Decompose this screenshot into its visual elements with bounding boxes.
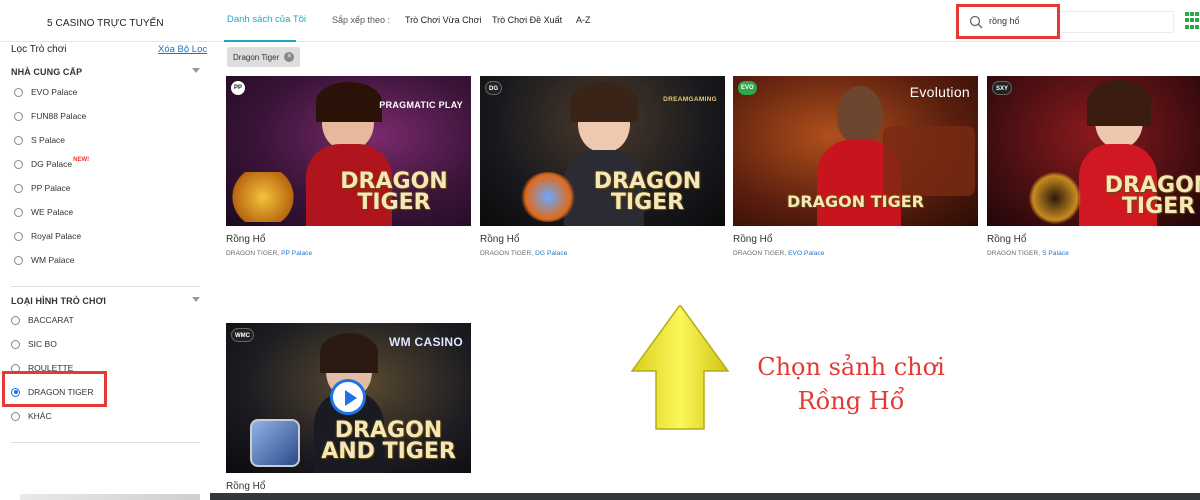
game-thumbnail[interactable]: SXY DRAGONTIGER: [987, 76, 1200, 226]
active-tab-indicator: [224, 40, 296, 42]
close-icon[interactable]: ×: [284, 52, 295, 62]
type-option-other[interactable]: KHÁC: [11, 409, 52, 423]
search-field-extension[interactable]: [1058, 11, 1174, 33]
game-types-section-head[interactable]: LOẠI HÌNH TRÒ CHƠI: [11, 296, 106, 306]
game-title-art: DRAGONTIGER: [340, 169, 448, 215]
section-divider: [11, 442, 200, 443]
provider-option-evo[interactable]: EVO Palace: [14, 85, 77, 99]
filter-title: Lọc Trò chơi: [11, 44, 67, 55]
game-meta: DRAGON TIGER, EVO Palace: [733, 250, 825, 257]
active-filter-chip: Dragon Tiger ×: [227, 47, 301, 67]
game-title-art: DRAGON TIGER: [787, 192, 924, 211]
dealer-hair: [1087, 80, 1151, 126]
game-name[interactable]: Rồng Hổ: [226, 481, 471, 492]
dragon-emblem-icon: [228, 172, 298, 222]
selection-highlight-box: [2, 371, 107, 407]
provider-logo: WM CASINO: [388, 335, 463, 349]
chevron-down-icon[interactable]: [192, 68, 200, 73]
search-box-highlight: [956, 4, 1060, 39]
sort-option-recent[interactable]: Trò Chơi Vừa Chơi: [405, 15, 482, 25]
type-option-baccarat[interactable]: BACCARAT: [11, 313, 74, 327]
page-brand-title: 5 CASINO TRỰC TUYẾN: [47, 18, 164, 29]
provider-badge: DG: [485, 81, 502, 95]
sort-option-az[interactable]: A-Z: [576, 15, 591, 25]
casino-page: 5 CASINO TRỰC TUYẾN Danh sách của Tôi Sắ…: [0, 0, 1200, 500]
game-name[interactable]: Rồng Hổ: [733, 234, 978, 245]
top-bar: 5 CASINO TRỰC TUYẾN Danh sách của Tôi Sắ…: [0, 0, 1200, 42]
provider-option-wm[interactable]: WM Palace: [14, 253, 74, 267]
dragon-emblem-icon: [1029, 172, 1081, 224]
dragon-background: [883, 126, 975, 196]
provider-option-dg[interactable]: DG Palace NEW!: [14, 157, 89, 171]
provider-option-pp[interactable]: PP Palace: [14, 181, 71, 195]
chevron-down-icon[interactable]: [192, 297, 200, 302]
game-name[interactable]: Rồng Hổ: [987, 234, 1200, 245]
search-icon[interactable]: [969, 15, 983, 29]
section-divider: [11, 286, 200, 287]
game-thumbnail[interactable]: WMC WM CASINO DRAGON AND TIGER: [226, 323, 471, 473]
filter-sidebar: Lọc Trò chơi Xóa Bộ Lọc NHÀ CUNG CẤP EVO…: [0, 42, 210, 500]
game-thumbnail[interactable]: PP PRAGMATIC PLAY DRAGON TIGER: [226, 76, 471, 226]
game-meta: DRAGON TIGER, S Palace: [987, 250, 1069, 257]
dealer-face: [837, 86, 883, 144]
dragon-emblem-icon: [520, 172, 576, 222]
game-card[interactable]: DG DREAMGAMING DRAGON TIGER Rồng Hổ DRAGO…: [480, 76, 725, 257]
instruction-annotation: Chọn sảnh chơi Rồng Hổ: [757, 353, 945, 415]
game-card[interactable]: PP PRAGMATIC PLAY DRAGON TIGER Rồng Hổ DR…: [226, 76, 471, 257]
provider-logo: Evolution: [909, 84, 970, 100]
sidebar-scroll-area: [20, 494, 200, 500]
game-name[interactable]: Rồng Hổ: [226, 234, 471, 245]
tab-my-list[interactable]: Danh sách của Tôi: [227, 14, 306, 25]
search-input[interactable]: [989, 16, 1055, 26]
game-meta: DRAGON TIGER, DG Palace: [480, 250, 568, 257]
provider-option-royal[interactable]: Royal Palace: [14, 229, 81, 243]
type-option-sicbo[interactable]: SIC BO: [11, 337, 57, 351]
provider-option-fun88[interactable]: FUN88 Palace: [14, 109, 86, 123]
game-card[interactable]: WMC WM CASINO DRAGON AND TIGER Rồng Hổ: [226, 323, 471, 492]
provider-badge: PP: [231, 81, 246, 95]
provider-badge: EVO: [738, 81, 757, 95]
sort-option-recommended[interactable]: Trò Chơi Đề Xuất: [492, 15, 562, 25]
providers-section-head[interactable]: NHÀ CUNG CẤP: [11, 67, 82, 77]
game-thumbnail[interactable]: DG DREAMGAMING DRAGON TIGER: [480, 76, 725, 226]
card-emblem-icon: [250, 419, 300, 467]
game-name[interactable]: Rồng Hổ: [480, 234, 725, 245]
provider-badge: WMC: [231, 328, 254, 342]
arrow-up-icon: [630, 305, 730, 430]
new-badge: NEW!: [73, 157, 90, 163]
game-card[interactable]: EVO Evolution DRAGON TIGER Rồng Hổ DRAGO…: [733, 76, 978, 257]
bottom-bar: [210, 493, 1200, 500]
provider-logo: DREAMGAMING: [663, 96, 717, 103]
game-meta: DRAGON TIGER, PP Palace: [226, 250, 313, 257]
game-title-art: DRAGONTIGER: [593, 169, 702, 215]
clear-filters-link[interactable]: Xóa Bộ Lọc: [158, 44, 207, 55]
sort-label: Sắp xếp theo :: [332, 15, 391, 25]
game-title-art: DRAGONTIGER: [1104, 173, 1200, 219]
dealer-hair: [316, 82, 382, 122]
game-card[interactable]: SXY DRAGONTIGER Rồng Hổ DRAGON TIGER, S …: [987, 76, 1200, 257]
provider-badge: SXY: [992, 81, 1013, 95]
provider-logo: PRAGMATIC PLAY: [379, 100, 463, 110]
provider-option-we[interactable]: WE Palace: [14, 205, 73, 219]
provider-option-s[interactable]: S Palace: [14, 133, 65, 147]
play-icon[interactable]: [330, 379, 366, 415]
grid-view-icon[interactable]: [1185, 12, 1200, 30]
dealer-hair: [320, 333, 378, 373]
dealer-hair: [570, 82, 638, 122]
game-thumbnail[interactable]: EVO Evolution DRAGON TIGER: [733, 76, 978, 226]
game-title-art: DRAGON AND TIGER: [321, 418, 456, 464]
